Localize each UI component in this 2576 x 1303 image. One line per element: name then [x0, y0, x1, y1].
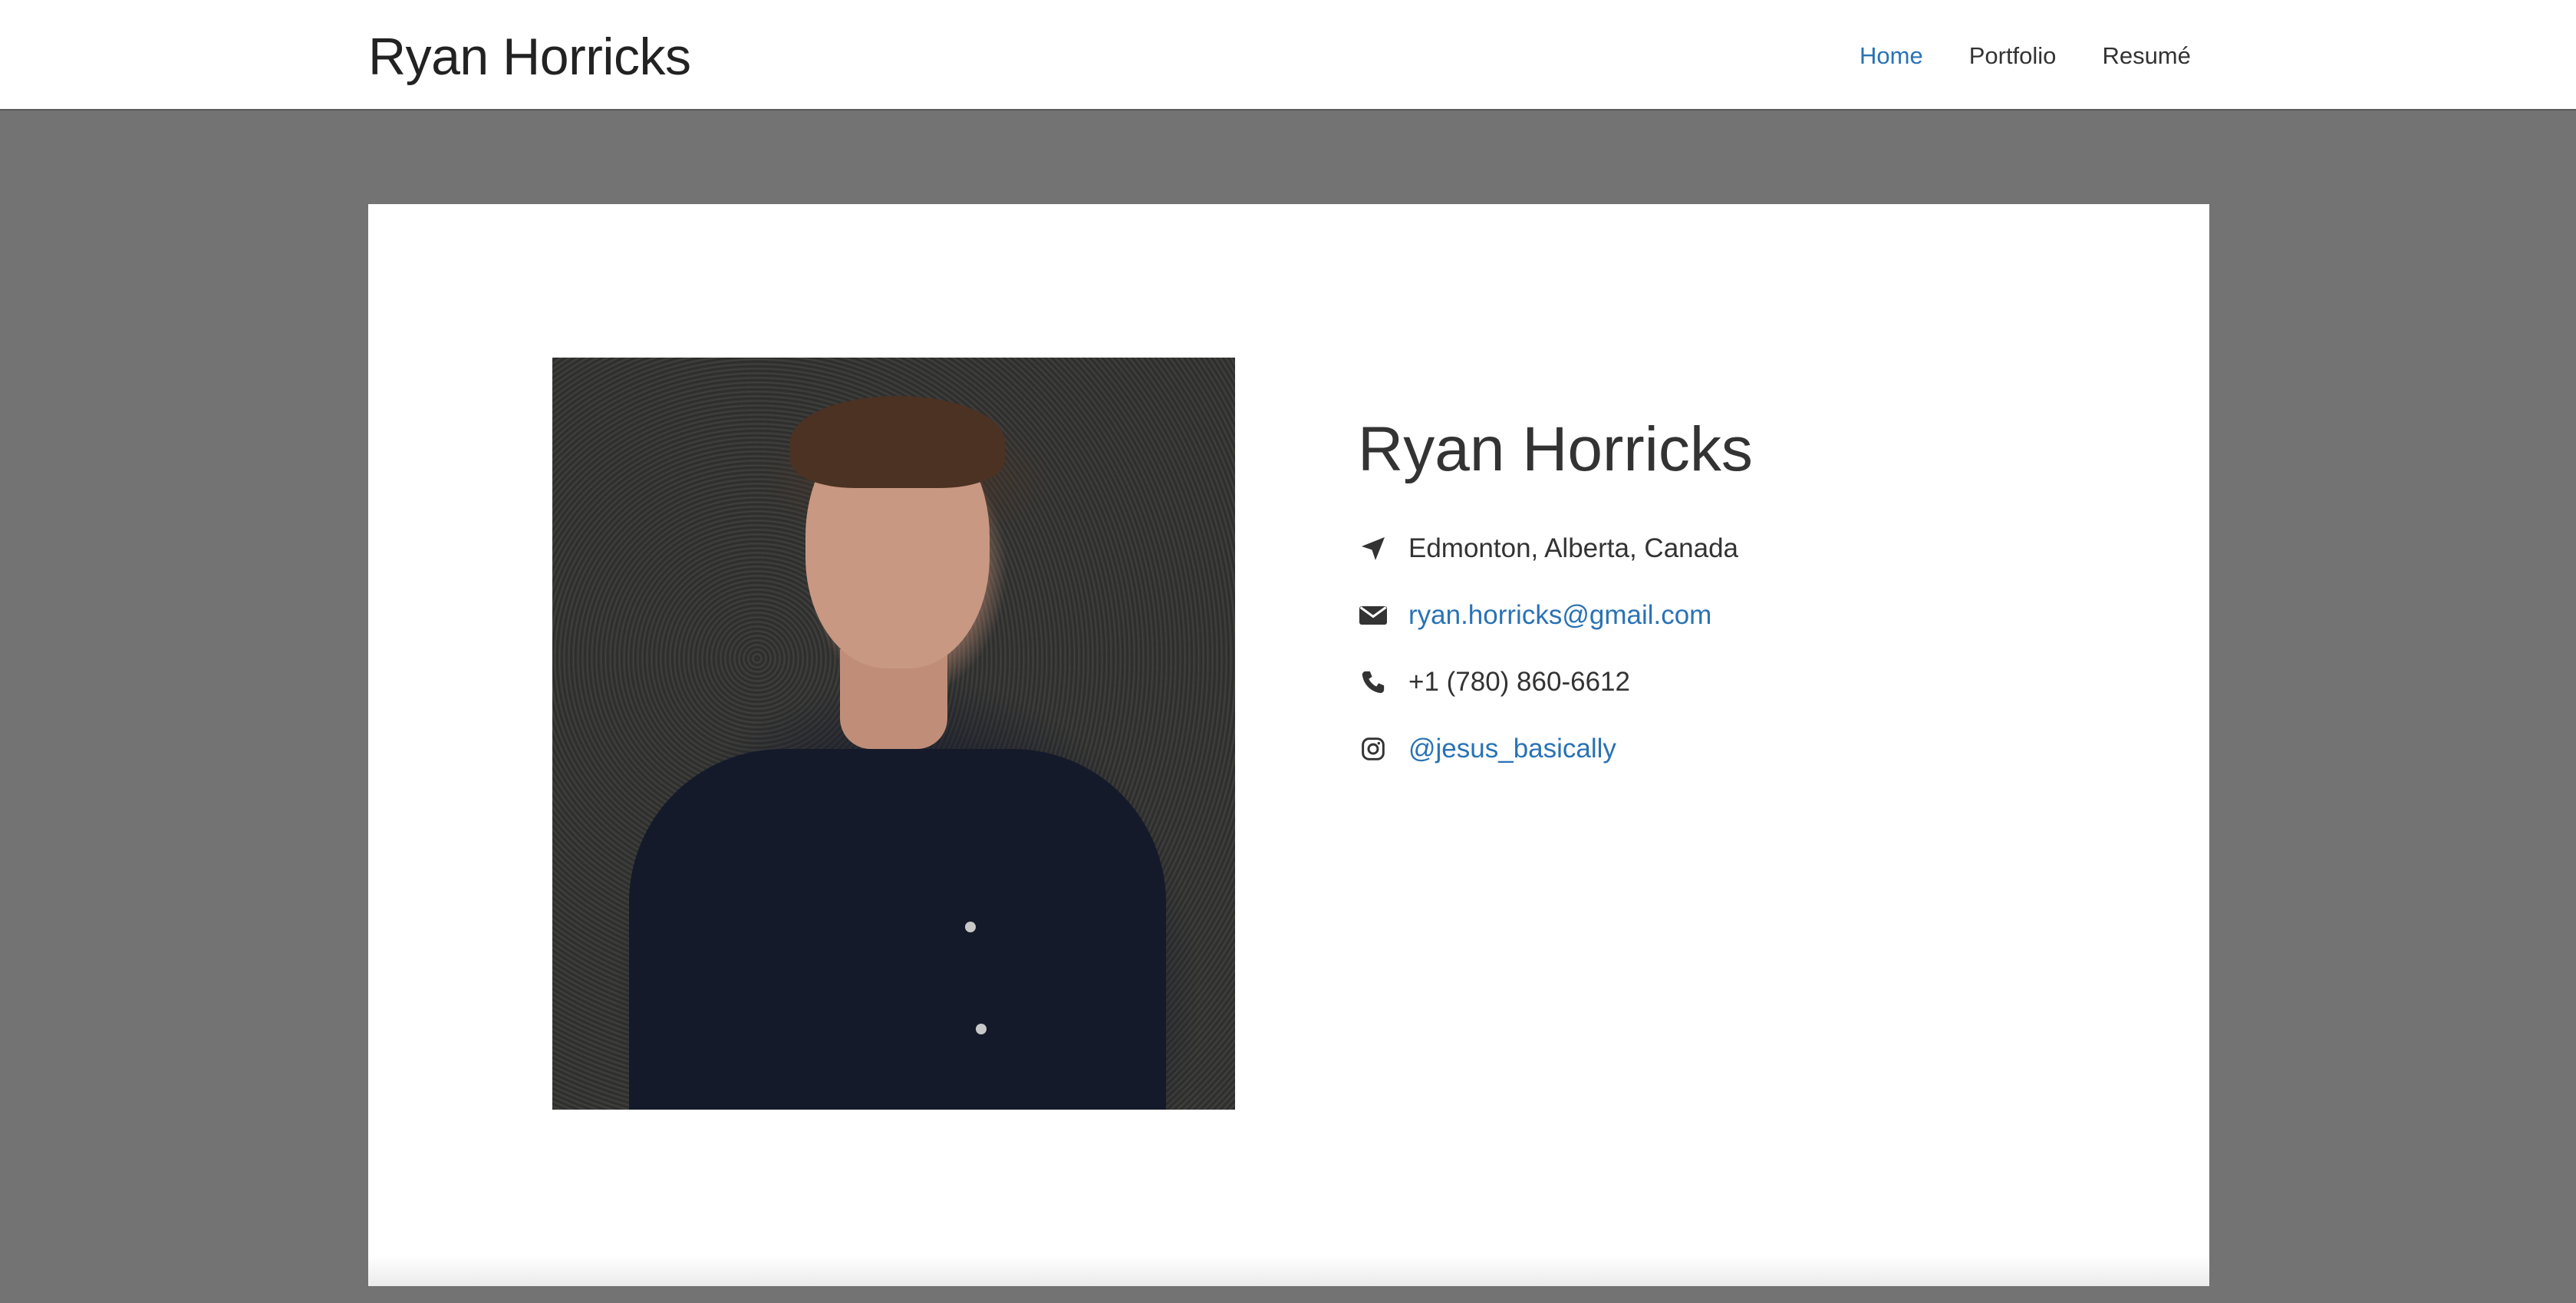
top-navbar: Ryan Horricks Home Portfolio Resumé	[0, 0, 2576, 111]
photo-shirt	[629, 749, 1166, 1110]
photo-hair	[790, 396, 1005, 488]
location-arrow-icon	[1358, 533, 1388, 564]
instagram-link[interactable]: @jesus_basically	[1408, 734, 1616, 764]
envelope-icon	[1358, 600, 1388, 631]
phone-row: +1 (780) 860-6612	[1358, 660, 1753, 704]
contact-info: Ryan Horricks Edmonton, Alberta, Canada …	[1358, 411, 1753, 793]
phone-icon	[1358, 667, 1388, 698]
nav-resume-link[interactable]: Resumé	[2102, 40, 2190, 72]
location-row: Edmonton, Alberta, Canada	[1358, 526, 1753, 571]
instagram-row: @jesus_basically	[1358, 727, 1753, 771]
email-row: ryan.horricks@gmail.com	[1358, 593, 1753, 638]
site-title-link[interactable]: Ryan Horricks	[368, 26, 691, 87]
location-text: Edmonton, Alberta, Canada	[1408, 533, 1739, 563]
instagram-icon	[1358, 734, 1388, 764]
profile-card: Ryan Horricks Edmonton, Alberta, Canada …	[368, 204, 2209, 1286]
photo-shirt-button	[965, 922, 976, 932]
main-nav: Home Portfolio Resumé	[1860, 40, 2191, 72]
email-link[interactable]: ryan.horricks@gmail.com	[1408, 600, 1711, 631]
profile-name: Ryan Horricks	[1358, 414, 1753, 484]
phone-text: +1 (780) 860-6612	[1408, 667, 1630, 697]
profile-photo	[552, 358, 1235, 1110]
nav-portfolio-link[interactable]: Portfolio	[1969, 40, 2057, 72]
nav-home-link[interactable]: Home	[1860, 40, 1923, 72]
photo-shirt-button	[976, 1024, 987, 1034]
